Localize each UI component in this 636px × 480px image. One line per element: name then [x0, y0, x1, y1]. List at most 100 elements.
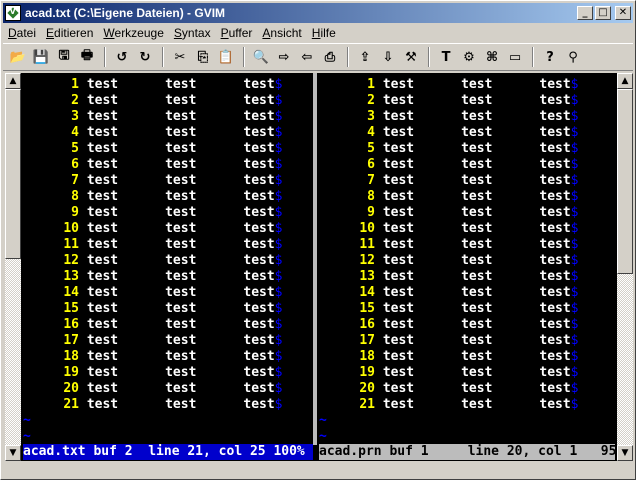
menu-editieren[interactable]: Editieren [41, 26, 98, 40]
line-text[interactable]: test test test [383, 269, 571, 284]
line-text[interactable]: test test test [383, 173, 571, 188]
text-line[interactable]: 9 test test test$ [23, 205, 282, 221]
line-text[interactable]: test test test [87, 189, 275, 204]
find-prev-icon[interactable]: ⇦ [296, 46, 318, 68]
line-text[interactable]: test test test [383, 157, 571, 172]
text-line[interactable]: 3 test test test$ [319, 109, 578, 125]
line-text[interactable]: test test test [383, 141, 571, 156]
text-line[interactable]: 5 test test test$ [319, 141, 578, 157]
open-icon[interactable]: 📂 [7, 46, 29, 68]
help-icon[interactable]: ? [539, 46, 561, 68]
text-line[interactable]: 11 test test test$ [319, 237, 578, 253]
text-line[interactable]: 19 test test test$ [319, 365, 578, 381]
text-line[interactable]: 7 test test test$ [23, 173, 282, 189]
menu-hilfe[interactable]: Hilfe [307, 26, 341, 40]
left-scrollbar[interactable]: ▲ ▼ [5, 73, 21, 461]
text-line[interactable]: 20 test test test$ [23, 381, 282, 397]
line-text[interactable]: test test test [87, 301, 275, 316]
minimize-button[interactable]: _ [577, 6, 593, 20]
copy-icon[interactable]: ⎘ [192, 46, 214, 68]
line-text[interactable]: test test test [87, 349, 275, 364]
text-line[interactable]: 3 test test test$ [23, 109, 282, 125]
scroll-thumb[interactable] [5, 89, 21, 259]
right-status-line[interactable]: acad.prn buf 1 line 20, col 1 95% [319, 444, 615, 460]
text-line[interactable]: 6 test test test$ [23, 157, 282, 173]
text-line[interactable]: 14 test test test$ [23, 285, 282, 301]
menu-ansicht[interactable]: Ansicht [257, 26, 306, 40]
close-button[interactable]: ✕ [615, 6, 631, 20]
text-line[interactable]: 19 test test test$ [23, 365, 282, 381]
vim-app-icon[interactable] [5, 5, 21, 21]
line-text[interactable]: test test test [87, 125, 275, 140]
line-text[interactable]: test test test [383, 109, 571, 124]
text-line[interactable]: 13 test test test$ [23, 269, 282, 285]
text-line[interactable]: 12 test test test$ [319, 253, 578, 269]
line-text[interactable]: test test test [87, 141, 275, 156]
text-line[interactable]: 4 test test test$ [23, 125, 282, 141]
title-bar[interactable]: acad.txt (C:\Eigene Dateien) - GVIM _ □ … [3, 3, 633, 23]
line-text[interactable]: test test test [87, 285, 275, 300]
save-session-icon[interactable]: ⇪ [354, 46, 376, 68]
text-line[interactable]: 6 test test test$ [319, 157, 578, 173]
find-next-icon[interactable]: ⇨ [273, 46, 295, 68]
cut-icon[interactable]: ✂ [169, 46, 191, 68]
run-script-icon[interactable]: ⇩ [377, 46, 399, 68]
paste-icon[interactable]: 📋 [215, 46, 237, 68]
line-text[interactable]: test test test [383, 189, 571, 204]
line-text[interactable]: test test test [383, 381, 571, 396]
text-line[interactable]: 16 test test test$ [319, 317, 578, 333]
line-text[interactable]: test test test [87, 365, 275, 380]
text-line[interactable]: 15 test test test$ [319, 301, 578, 317]
line-text[interactable]: test test test [383, 317, 571, 332]
save-icon[interactable]: 💾 [30, 46, 52, 68]
undo-icon[interactable]: ↺ [111, 46, 133, 68]
text-line[interactable]: 10 test test test$ [23, 221, 282, 237]
print-icon[interactable]: 🖶 [76, 46, 98, 68]
scroll-down-arrow-icon[interactable]: ▼ [5, 445, 21, 461]
build-tags-icon[interactable]: ⚙ [458, 46, 480, 68]
text-line[interactable]: 17 test test test$ [23, 333, 282, 349]
text-line[interactable]: 12 test test test$ [23, 253, 282, 269]
text-line[interactable]: 5 test test test$ [23, 141, 282, 157]
line-text[interactable]: test test test [87, 397, 275, 412]
right-window[interactable]: 1 test test test$ 2 test test test$ 3 test… [319, 73, 613, 445]
make-icon[interactable]: ⚒ [400, 46, 422, 68]
tag-icon[interactable]: ▭ [504, 46, 526, 68]
line-text[interactable]: test test test [87, 269, 275, 284]
line-text[interactable]: test test test [383, 365, 571, 380]
find-replace-icon[interactable]: 🔍 [250, 46, 272, 68]
text-line[interactable]: 1 test test test$ [319, 77, 578, 93]
text-line[interactable]: 17 test test test$ [319, 333, 578, 349]
text-line[interactable]: 9 test test test$ [319, 205, 578, 221]
line-text[interactable]: test test test [383, 301, 571, 316]
left-window[interactable]: 1 test test test$ 2 test test test$ 3 test… [23, 73, 311, 445]
text-line[interactable]: 20 test test test$ [319, 381, 578, 397]
text-line[interactable]: 16 test test test$ [23, 317, 282, 333]
text-line[interactable]: 2 test test test$ [23, 93, 282, 109]
line-text[interactable]: test test test [87, 253, 275, 268]
line-text[interactable]: test test test [383, 205, 571, 220]
load-session-icon[interactable]: ⎙ [319, 46, 341, 68]
jump-tag-icon[interactable]: ⌘ [481, 46, 503, 68]
line-text[interactable]: test test test [87, 173, 275, 188]
line-text[interactable]: test test test [87, 109, 275, 124]
vertical-split-separator[interactable] [311, 73, 319, 445]
text-line[interactable]: 13 test test test$ [319, 269, 578, 285]
scroll-up-arrow-icon[interactable]: ▲ [5, 73, 21, 89]
line-text[interactable]: test test test [87, 221, 275, 236]
line-text[interactable]: test test test [87, 77, 275, 92]
line-text[interactable]: test test test [383, 93, 571, 108]
scroll-down-arrow-icon[interactable]: ▼ [617, 445, 633, 461]
menu-puffer[interactable]: Puffer [216, 26, 258, 40]
text-line[interactable]: 14 test test test$ [319, 285, 578, 301]
line-text[interactable]: test test test [383, 397, 571, 412]
line-text[interactable]: test test test [87, 317, 275, 332]
right-scrollbar[interactable]: ▲ ▼ [617, 73, 633, 461]
line-text[interactable]: test test test [383, 253, 571, 268]
line-text[interactable]: test test test [87, 237, 275, 252]
shell-icon[interactable]: T [435, 46, 457, 68]
line-text[interactable]: test test test [383, 349, 571, 364]
left-status-line[interactable]: acad.txt buf 2 line 21, col 25 100% [23, 444, 313, 460]
line-text[interactable]: test test test [87, 333, 275, 348]
menu-werkzeuge[interactable]: Werkzeuge [98, 26, 168, 40]
